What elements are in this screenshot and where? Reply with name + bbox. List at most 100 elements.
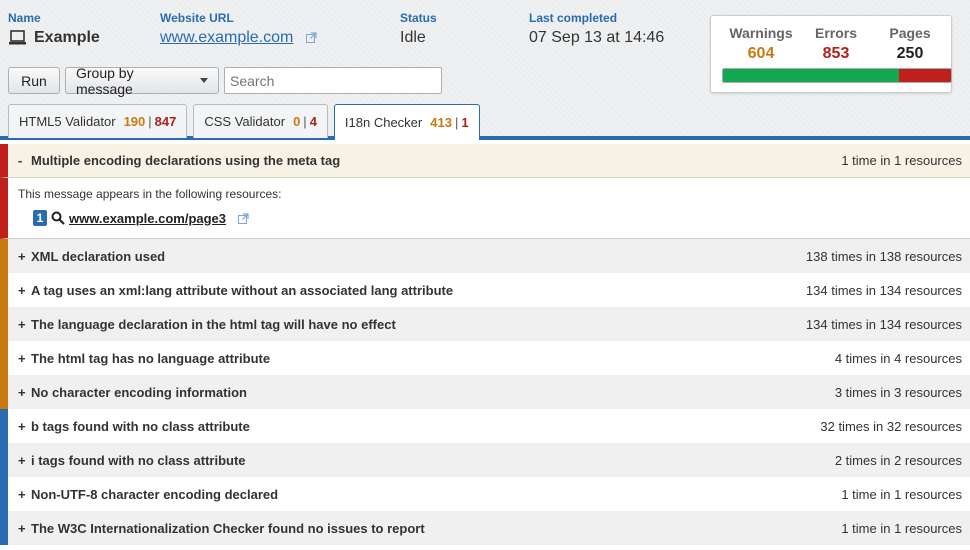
message-list: - Multiple encoding declarations using t… bbox=[0, 144, 970, 545]
progress-fail-segment bbox=[898, 69, 951, 82]
stats-summary: Warnings 604 Errors 853 Pages 250 bbox=[710, 15, 952, 93]
errors-label: Errors bbox=[814, 25, 858, 41]
warnings-label: Warnings bbox=[729, 25, 793, 41]
occurrence-count: 1 time in 1 resources bbox=[841, 520, 962, 536]
collapsed-messages: + XML declaration used 138 times in 138 … bbox=[0, 239, 970, 545]
tab-css-validator[interactable]: CSS Validator 0 | 4 bbox=[193, 104, 328, 138]
expand-toggle[interactable]: + bbox=[18, 521, 31, 536]
site-name-label: Name bbox=[8, 11, 41, 25]
message-row[interactable]: + i tags found with no class attribute 2… bbox=[0, 443, 970, 477]
monitor-icon bbox=[9, 30, 26, 45]
errors-stat: Errors 853 bbox=[801, 25, 871, 63]
tab-separator: | bbox=[454, 115, 459, 130]
expand-toggle[interactable]: + bbox=[18, 351, 31, 366]
message-text: The html tag has no language attribute bbox=[31, 350, 271, 366]
message-row[interactable]: + The W3C Internationalization Checker f… bbox=[0, 511, 970, 545]
message-text: No character encoding information bbox=[31, 384, 247, 400]
message-text: Non-UTF-8 character encoding declared bbox=[31, 486, 279, 502]
website-url-label: Website URL bbox=[160, 11, 234, 25]
expand-toggle[interactable]: + bbox=[18, 453, 31, 468]
pages-stat: Pages 250 bbox=[875, 25, 945, 63]
expand-toggle[interactable]: + bbox=[18, 283, 31, 298]
status-label: Status bbox=[400, 11, 437, 25]
status-value: Idle bbox=[400, 29, 426, 46]
warnings-stat: Warnings 604 bbox=[726, 25, 796, 63]
website-url-value: www.example.com bbox=[160, 29, 317, 47]
progress-pass-segment bbox=[723, 69, 899, 82]
tab-error-count: 847 bbox=[154, 114, 177, 129]
tab-label: CSS Validator bbox=[204, 114, 286, 129]
expand-toggle[interactable]: + bbox=[18, 487, 31, 502]
message-row[interactable]: + The language declaration in the html t… bbox=[0, 307, 970, 341]
message-row[interactable]: + XML declaration used 138 times in 138 … bbox=[0, 239, 970, 273]
message-row-expanded[interactable]: - Multiple encoding declarations using t… bbox=[0, 144, 970, 178]
search-input[interactable] bbox=[224, 67, 442, 94]
last-completed-value: 07 Sep 13 at 14:46 bbox=[529, 29, 665, 46]
occurrence-count: 1 time in 1 resources bbox=[841, 486, 962, 502]
site-name: Example bbox=[8, 29, 100, 47]
website-url-link[interactable]: www.example.com bbox=[160, 29, 293, 46]
run-button[interactable]: Run bbox=[8, 67, 60, 94]
pages-count: 250 bbox=[896, 45, 924, 62]
message-text: The W3C Internationalization Checker fou… bbox=[31, 520, 425, 536]
caret-down-icon bbox=[200, 78, 208, 83]
group-by-label: Group by message bbox=[76, 64, 134, 97]
message-row[interactable]: + Non-UTF-8 character encoding declared … bbox=[0, 477, 970, 511]
checker-tabs: HTML5 Validator 190 | 847 CSS Validator … bbox=[8, 104, 480, 140]
detail-text: This message appears in the following re… bbox=[18, 187, 282, 201]
tab-error-count: 1 bbox=[461, 115, 469, 130]
toolbar: Run Group by message bbox=[8, 64, 442, 97]
message-text: b tags found with no class attribute bbox=[31, 418, 250, 434]
occurrence-count: 32 times in 32 resources bbox=[820, 418, 962, 434]
tab-warning-count: 0 bbox=[293, 114, 301, 129]
pass-fail-progress-bar bbox=[722, 68, 952, 83]
tab-i18n-checker[interactable]: I18n Checker 413 | 1 bbox=[333, 104, 480, 140]
message-text: i tags found with no class attribute bbox=[31, 452, 246, 468]
expand-toggle[interactable]: + bbox=[18, 249, 31, 264]
last-completed-column: Last completed 07 Sep 13 at 14:46 bbox=[529, 11, 664, 47]
message-text: XML declaration used bbox=[31, 248, 166, 264]
occurrence-count: 138 times in 138 resources bbox=[805, 248, 962, 264]
occurrence-count: 3 times in 3 resources bbox=[834, 384, 962, 400]
site-header: Name Example Website URL www.example.com… bbox=[0, 0, 970, 140]
website-url-column: Website URL www.example.com bbox=[160, 11, 317, 47]
message-row[interactable]: + No character encoding information 3 ti… bbox=[0, 375, 970, 409]
occurrence-count: 1 time in 1 resources bbox=[841, 153, 962, 168]
resource-item: 1 www.example.com/page3 bbox=[33, 210, 960, 226]
expand-toggle[interactable]: + bbox=[18, 385, 31, 400]
collapse-toggle[interactable]: - bbox=[18, 153, 31, 168]
tab-separator: | bbox=[148, 114, 152, 129]
tab-warning-count: 190 bbox=[123, 114, 146, 129]
tab-html5-validator[interactable]: HTML5 Validator 190 | 847 bbox=[8, 104, 188, 138]
magnifier-icon[interactable] bbox=[51, 211, 65, 225]
message-text: The language declaration in the html tag… bbox=[31, 316, 396, 332]
message-text: Multiple encoding declarations using the… bbox=[31, 153, 341, 168]
message-detail: This message appears in the following re… bbox=[0, 178, 970, 239]
message-row[interactable]: + The html tag has no language attribute… bbox=[0, 341, 970, 375]
pages-label: Pages bbox=[889, 25, 931, 41]
message-text: A tag uses an xml:lang attribute without… bbox=[31, 282, 454, 298]
occurrence-count: 134 times in 134 resources bbox=[805, 282, 962, 298]
last-completed-label: Last completed bbox=[529, 11, 618, 25]
expand-toggle[interactable]: + bbox=[18, 419, 31, 434]
message-row[interactable]: + A tag uses an xml:lang attribute witho… bbox=[0, 273, 970, 307]
occurrence-count: 134 times in 134 resources bbox=[805, 316, 962, 332]
tab-error-count: 4 bbox=[309, 114, 317, 129]
occurrence-count: 4 times in 4 resources bbox=[834, 350, 962, 366]
resource-index-badge: 1 bbox=[33, 210, 47, 226]
tab-separator: | bbox=[303, 114, 307, 129]
expand-toggle[interactable]: + bbox=[18, 317, 31, 332]
resource-link[interactable]: www.example.com/page3 bbox=[69, 211, 226, 226]
occurrence-count: 2 times in 2 resources bbox=[834, 452, 962, 468]
group-by-dropdown[interactable]: Group by message bbox=[65, 64, 219, 97]
tab-label: I18n Checker bbox=[344, 115, 423, 130]
errors-count: 853 bbox=[822, 45, 850, 62]
site-name-column: Name Example bbox=[8, 11, 100, 47]
message-row[interactable]: + b tags found with no class attribute 3… bbox=[0, 409, 970, 443]
external-link-icon[interactable] bbox=[305, 32, 317, 43]
external-link-icon[interactable] bbox=[238, 212, 249, 224]
warnings-count: 604 bbox=[747, 45, 775, 62]
site-name-text: Example bbox=[34, 29, 100, 46]
status-column: Status Idle bbox=[400, 11, 437, 47]
tab-warning-count: 413 bbox=[430, 115, 452, 130]
